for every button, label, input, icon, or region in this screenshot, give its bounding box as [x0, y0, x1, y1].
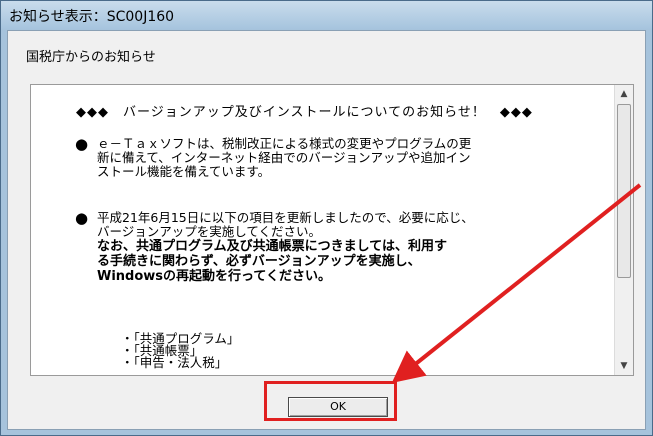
paragraph-line: 平成21年6月15日に以下の項目を更新しましたので、必要に応じ、 — [97, 210, 474, 225]
paragraph-line: バージョンアップを実施してください。 — [97, 224, 322, 239]
paragraph-line: 新に備えて、インターネット経由でのバージョンアップや追加イン — [97, 150, 471, 165]
paragraph-1: ｅ－Ｔａｘソフトは、税制改正による様式の変更やプログラムの更 新に備えて、インタ… — [97, 137, 567, 179]
ok-highlight-box — [264, 381, 397, 421]
notice-window: お知らせ表示：SC00J160 国税庁からのお知らせ ◆◆◆ バージョンアップ及… — [0, 0, 653, 436]
scroll-down-arrow-icon[interactable]: ▼ — [615, 357, 633, 375]
paragraph-2-emphasis: なお、共通プログラム及び共通帳票につきましては、利用す る手続きに関わらず、必ず… — [97, 239, 567, 284]
list-item: ・「申告・法人税」 — [121, 355, 228, 370]
paragraph-line: ｅ－Ｔａｘソフトは、税制改正による様式の変更やプログラムの更 — [97, 136, 472, 151]
paragraph-line: ストール機能を備えています。 — [97, 164, 271, 179]
window-client-area: 国税庁からのお知らせ ◆◆◆ バージョンアップ及びインストールについてのお知らせ… — [7, 30, 646, 430]
bullet-icon: ● — [75, 209, 89, 227]
paragraph-2: 平成21年6月15日に以下の項目を更新しましたので、必要に応じ、 バージョンアッ… — [97, 211, 567, 239]
title-bar[interactable]: お知らせ表示：SC00J160 — [1, 1, 652, 29]
scroll-up-arrow-icon[interactable]: ▲ — [615, 85, 633, 103]
paragraph-line: なお、共通プログラム及び共通帳票につきましては、利用す — [97, 239, 447, 254]
notice-title: ◆◆◆ バージョンアップ及びインストールについてのお知らせ！ ◆◆◆ — [76, 105, 533, 120]
updated-items-list: ・「共通プログラム」 ・「共通帳票」 ・「申告・法人税」 — [121, 332, 239, 370]
vertical-scrollbar[interactable]: ▲ ▼ — [614, 85, 633, 375]
bullet-icon: ● — [75, 135, 89, 153]
paragraph-line: る手続きに関わらず、必ずバージョンアップを実施し、 — [97, 254, 421, 269]
notice-document: ◆◆◆ バージョンアップ及びインストールについてのお知らせ！ ◆◆◆ ● ｅ－Ｔ… — [31, 85, 615, 375]
notice-content: ◆◆◆ バージョンアップ及びインストールについてのお知らせ！ ◆◆◆ ● ｅ－Ｔ… — [30, 84, 634, 376]
notice-heading: 国税庁からのお知らせ — [26, 50, 156, 65]
window-title: お知らせ表示：SC00J160 — [9, 9, 175, 25]
scroll-thumb[interactable] — [617, 104, 631, 278]
paragraph-line: Windowsの再起動を行ってください。 — [97, 269, 331, 284]
